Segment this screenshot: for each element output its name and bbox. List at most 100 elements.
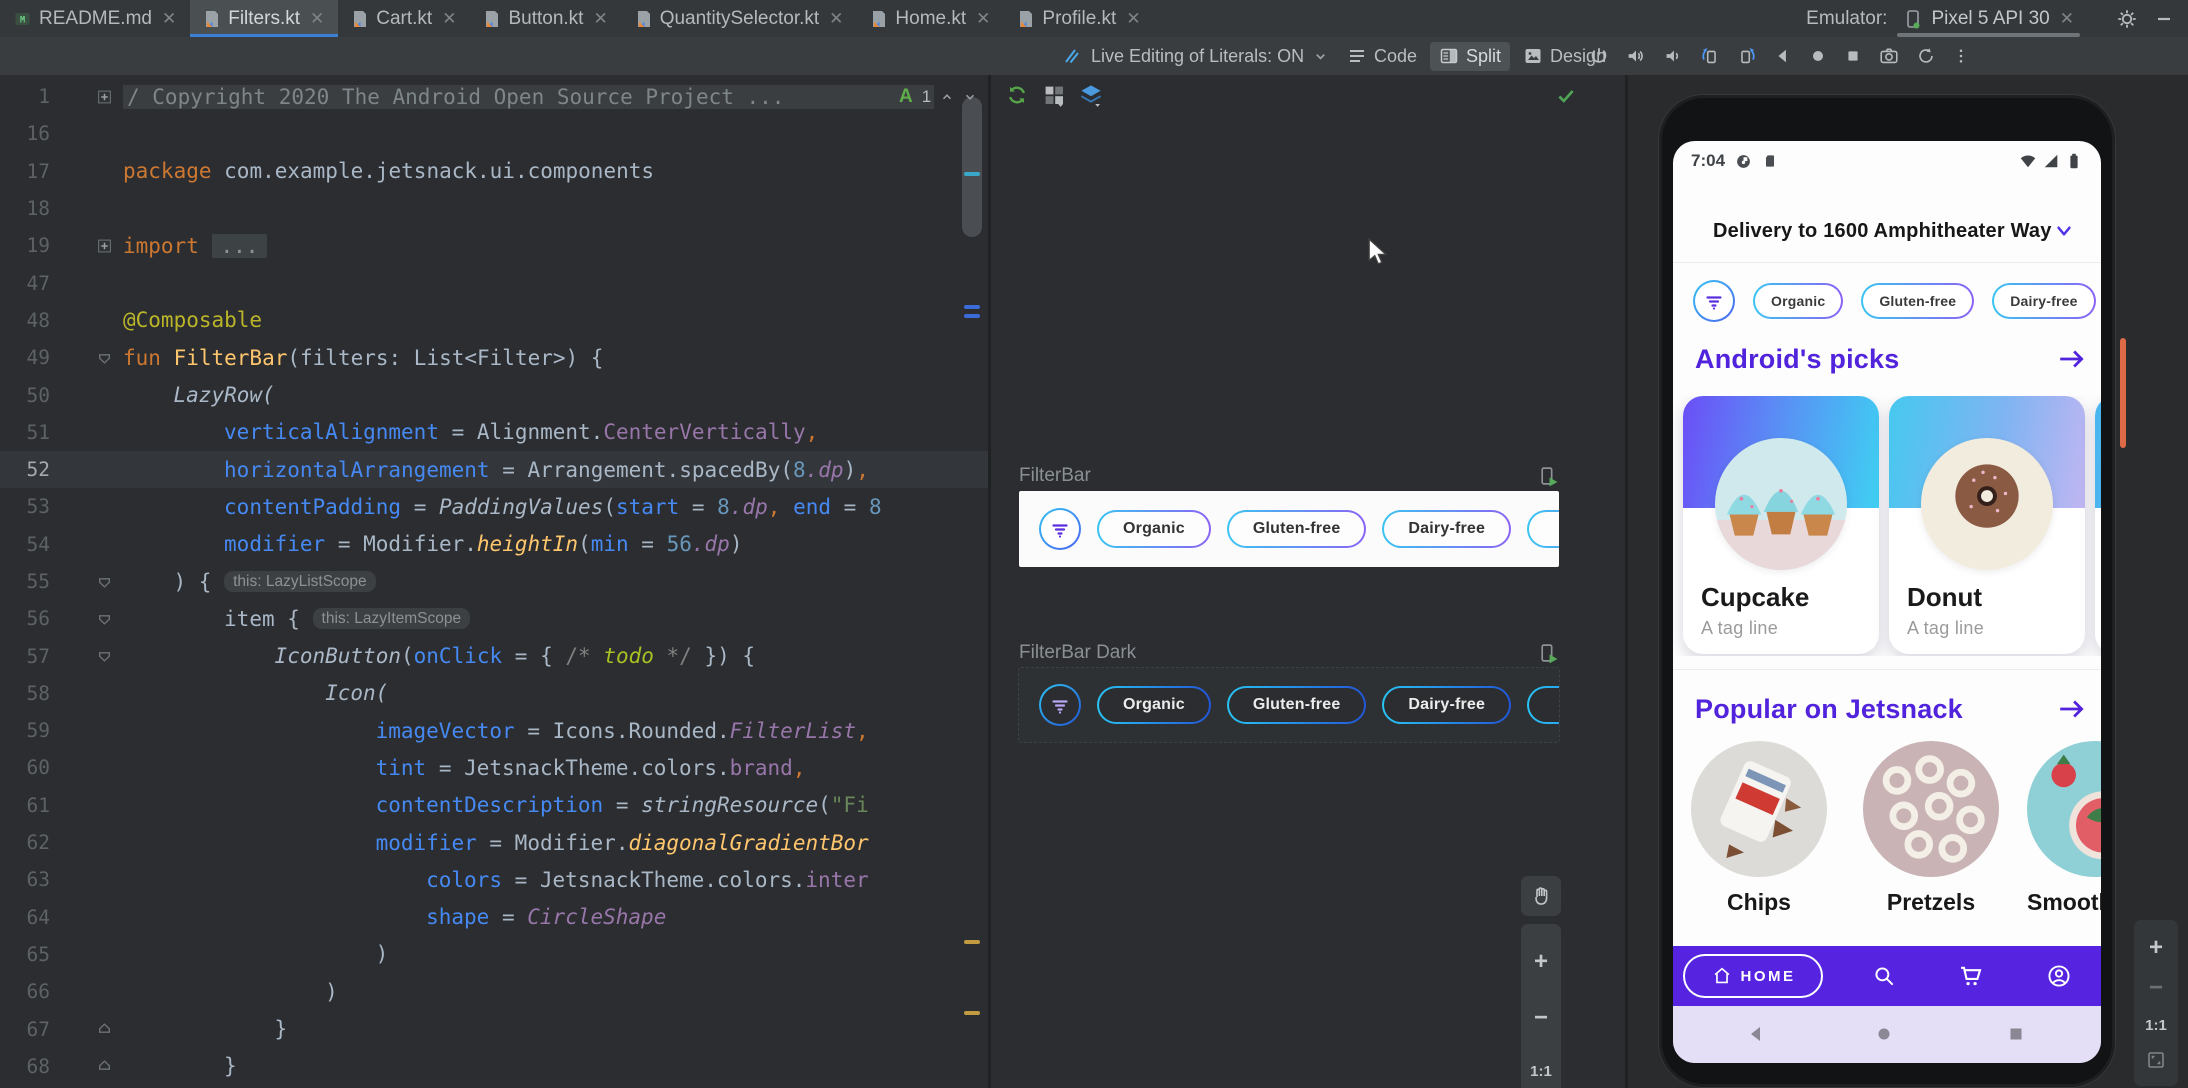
volume-up-button[interactable] <box>1625 45 1647 67</box>
code-editor[interactable]: 1/ Copyright 2020 The Android Open Sourc… <box>0 75 988 1088</box>
inspections-widget[interactable]: A 1 <box>893 84 983 110</box>
filter-chip-dairy-free[interactable]: Dairy-free <box>1992 283 2096 319</box>
arrow-right-icon[interactable] <box>2057 346 2087 372</box>
snack-photo-cupcake <box>1715 438 1847 570</box>
volume-down-button[interactable] <box>1662 45 1684 67</box>
snack-card-donut[interactable]: Donut A tag line <box>1889 396 2085 654</box>
fold-open-icon[interactable] <box>97 649 112 664</box>
file-tab-filters-kt[interactable]: Filters.kt ✕ <box>190 0 339 38</box>
android-home-button[interactable] <box>1872 1022 1896 1046</box>
zoom-out-button[interactable]: − <box>1534 1006 1548 1030</box>
power-button[interactable] <box>1588 45 1610 67</box>
nav-home-button[interactable]: HOME <box>1683 954 1823 998</box>
rotate-right-button[interactable] <box>1736 45 1758 67</box>
popular-item-chips[interactable]: Chips <box>1691 741 1827 915</box>
fold-close-icon[interactable] <box>97 1059 112 1074</box>
filter-icon[interactable] <box>1039 684 1081 726</box>
popular-item-smooth[interactable]: Smooth <box>2027 741 2101 915</box>
filter-chip-gluten-free[interactable]: Gluten-free <box>1226 686 1367 724</box>
code-text: package com.example.jetsnack.ui.componen… <box>123 159 988 183</box>
android-overview-button[interactable] <box>2004 1022 2028 1046</box>
token: } <box>274 1017 288 1042</box>
token: ) <box>729 532 743 557</box>
filter-icon[interactable] <box>1693 280 1735 322</box>
fold-open-icon[interactable] <box>97 574 112 589</box>
zoom-in-button[interactable]: + <box>2149 936 2163 960</box>
code-text: } <box>123 1017 988 1041</box>
snapshot-button[interactable] <box>1915 45 1937 67</box>
home-button[interactable] <box>1808 46 1828 66</box>
code-mode-icon <box>1347 46 1367 66</box>
mode-label: Code <box>1374 45 1418 66</box>
chevron-down-icon[interactable] <box>2053 220 2075 242</box>
fold-close-icon[interactable] <box>97 1022 112 1037</box>
line-number: 57 <box>26 644 50 668</box>
popular-item-pretzels[interactable]: Pretzels <box>1863 741 1999 915</box>
fold-open-icon[interactable] <box>97 350 112 365</box>
zoom-actual-button[interactable]: 1:1 <box>1530 1063 1552 1080</box>
overview-button[interactable] <box>1843 46 1863 66</box>
filter-chip-dairy-free[interactable]: Dairy-free <box>1382 686 1512 724</box>
pan-tool-button[interactable] <box>1521 876 1561 916</box>
filter-chip-organic[interactable]: Organic <box>1097 686 1211 724</box>
delivery-address-row[interactable]: Delivery to 1600 Amphitheater Way <box>1673 207 2101 255</box>
filter-icon[interactable] <box>1039 508 1081 550</box>
close-icon[interactable]: ✕ <box>829 10 843 27</box>
token: } <box>224 1054 237 1079</box>
file-tab-button-kt[interactable]: Button.kt ✕ <box>470 0 621 37</box>
android-back-button[interactable] <box>1744 1022 1768 1046</box>
close-icon[interactable]: ✕ <box>1126 10 1140 27</box>
mode-code[interactable]: Code <box>1338 42 1426 71</box>
zoom-actual-button[interactable]: 1:1 <box>2145 1017 2167 1034</box>
zoom-in-button[interactable]: + <box>1534 950 1548 974</box>
filter-chip-gluten-free[interactable]: Gluten-free <box>1861 283 1975 319</box>
filter-chip-gluten-free[interactable]: Gluten-free <box>1226 510 1367 548</box>
close-icon[interactable]: ✕ <box>593 10 607 27</box>
gutter <box>50 861 123 898</box>
hide-panel-icon[interactable] <box>2154 9 2174 29</box>
battery-icon <box>2065 152 2083 170</box>
token: package <box>123 159 212 184</box>
zoom-fit-icon[interactable] <box>2146 1050 2166 1070</box>
next-issue-icon[interactable] <box>963 90 977 104</box>
fold-plus-icon[interactable] <box>97 238 112 253</box>
file-tab-home-kt[interactable]: Home.kt ✕ <box>857 0 1004 37</box>
screenshot-button[interactable] <box>1878 45 1900 67</box>
run-preview-icon[interactable] <box>1538 466 1559 487</box>
nav-search-button[interactable] <box>1871 963 1897 989</box>
close-icon[interactable]: ✕ <box>442 10 456 27</box>
run-preview-icon[interactable] <box>1538 643 1559 664</box>
live-edit-toggle[interactable]: Live Editing of Literals: ON <box>1062 37 1328 75</box>
zoom-out-button[interactable]: − <box>2149 976 2163 1000</box>
filter-chip-organic[interactable]: Organic <box>1097 510 1211 548</box>
file-tab-cart-kt[interactable]: Cart.kt ✕ <box>338 0 470 37</box>
snack-card-cupcake[interactable]: Cupcake A tag line <box>1683 396 1879 654</box>
editor-scrollbar[interactable] <box>962 97 982 237</box>
fold-open-icon[interactable] <box>97 611 112 626</box>
rotate-left-button[interactable] <box>1699 45 1721 67</box>
layers-icon[interactable] <box>1079 83 1103 107</box>
nav-profile-button[interactable] <box>2046 963 2073 990</box>
filter-chip-organic[interactable]: Organic <box>1753 283 1844 319</box>
layout-grid-icon[interactable] <box>1042 83 1066 107</box>
file-tab-profile-kt[interactable]: Profile.kt ✕ <box>1004 0 1154 37</box>
nav-cart-button[interactable] <box>1957 962 1985 990</box>
close-icon[interactable]: ✕ <box>162 10 176 27</box>
close-icon[interactable]: ✕ <box>976 10 990 27</box>
mode-split[interactable]: Split <box>1430 41 1511 71</box>
gear-icon[interactable] <box>2116 8 2138 30</box>
file-tab-readme-md[interactable]: M README.md ✕ <box>0 0 190 37</box>
back-button[interactable] <box>1773 46 1793 66</box>
emulator-screen[interactable]: 7:04 Delivery to 1600 Amphitheater Way O… <box>1673 141 2101 1063</box>
file-tab-quantityselector-kt[interactable]: QuantitySelector.kt ✕ <box>622 0 858 37</box>
more-button[interactable] <box>1952 46 1970 66</box>
emulator-tab[interactable]: Pixel 5 API 30 ✕ <box>1897 0 2080 37</box>
fold-plus-icon[interactable] <box>97 89 112 104</box>
token: = <box>679 494 718 519</box>
prev-issue-icon[interactable] <box>940 90 954 104</box>
close-icon[interactable]: ✕ <box>2060 10 2074 27</box>
sync-refresh-icon[interactable] <box>1005 83 1029 107</box>
filter-chip-dairy-free[interactable]: Dairy-free <box>1382 510 1512 548</box>
close-icon[interactable]: ✕ <box>310 10 324 27</box>
arrow-right-icon[interactable] <box>2057 696 2087 722</box>
